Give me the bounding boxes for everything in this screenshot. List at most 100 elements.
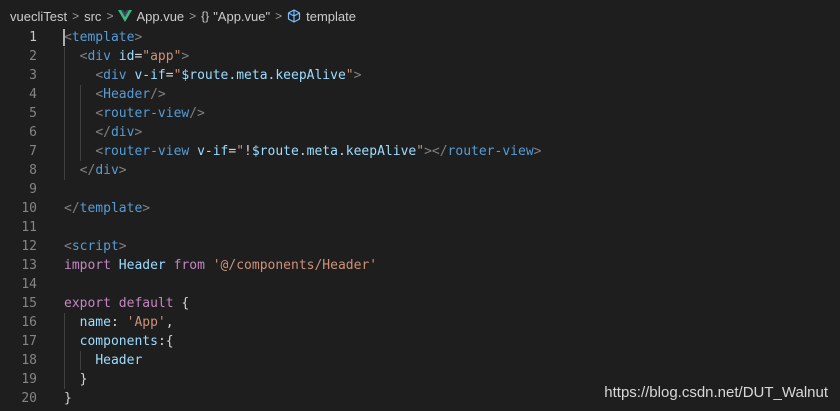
breadcrumb-folder-vuecliTest[interactable]: vuecliTest xyxy=(10,9,67,24)
code-text: <template> xyxy=(64,28,142,47)
code-token: script xyxy=(71,239,119,254)
code-token: < xyxy=(95,144,104,159)
code-token: router-view xyxy=(103,144,190,159)
code-line[interactable]: 9 xyxy=(0,180,840,199)
code-line[interactable]: 13 import Header from '@/components/Heade… xyxy=(0,256,840,275)
line-number: 10 xyxy=(21,201,37,216)
code-text: name: 'App', xyxy=(64,313,174,332)
code-token: from xyxy=(173,258,205,273)
code-line[interactable]: 16 name: 'App', xyxy=(0,313,840,332)
code-text: </div> xyxy=(64,161,127,180)
code-line[interactable]: 8 </div> xyxy=(0,161,840,180)
line-number: 7 xyxy=(29,144,37,159)
code-line[interactable]: 15 export default { xyxy=(0,294,840,313)
code-line[interactable]: 4 <Header/> xyxy=(0,85,840,104)
code-token: , xyxy=(165,315,174,330)
code-token: " xyxy=(416,144,425,159)
code-line[interactable]: 18 Header xyxy=(0,351,840,370)
code-line[interactable]: 12 <script> xyxy=(0,237,840,256)
code-token: ></ xyxy=(424,144,448,159)
code-token: < xyxy=(64,239,72,254)
code-token: div xyxy=(110,125,135,140)
code-token: " xyxy=(345,68,354,83)
code-token: > xyxy=(134,30,143,45)
code-text: import Header from '@/components/Header' xyxy=(64,256,377,275)
code-token: : xyxy=(110,315,127,330)
code-line[interactable]: 6 </div> xyxy=(0,123,840,142)
code-token: Header xyxy=(95,353,143,368)
code-token: > xyxy=(142,201,151,216)
code-token: Header xyxy=(103,87,151,102)
code-token: 'App' xyxy=(126,315,166,330)
watermark: https://blog.csdn.net/DUT_Walnut xyxy=(604,384,828,401)
code-line[interactable]: 14 xyxy=(0,275,840,294)
code-token: } xyxy=(64,372,88,387)
code-line[interactable]: 2 <div id="app"> xyxy=(0,47,840,66)
code-text: } xyxy=(64,370,88,389)
code-text: </div> xyxy=(64,123,142,142)
line-number: 16 xyxy=(21,315,37,330)
cube-icon xyxy=(287,9,301,23)
code-token: > xyxy=(533,144,542,159)
code-line[interactable]: 5 <router-view/> xyxy=(0,104,840,123)
code-token: "app" xyxy=(142,49,182,64)
line-number: 3 xyxy=(29,68,37,83)
breadcrumb-symbol-app-vue[interactable]: "App.vue" xyxy=(213,9,270,24)
code-token: '@/components/Header' xyxy=(212,258,378,273)
code-token: > xyxy=(134,125,143,140)
code-token: div xyxy=(103,68,127,83)
code-token: default xyxy=(118,296,174,311)
code-token: components xyxy=(79,334,158,349)
code-text: </template> xyxy=(64,199,150,218)
indent-guide xyxy=(79,85,81,161)
code-token: < xyxy=(64,30,72,45)
code-token: </ xyxy=(95,125,111,140)
code-token: </ xyxy=(79,163,96,178)
text-cursor xyxy=(63,29,65,46)
code-line[interactable]: 17 components:{ xyxy=(0,332,840,351)
code-line[interactable]: 11 xyxy=(0,218,840,237)
code-text: <div id="app"> xyxy=(64,47,190,66)
breadcrumb-file-app-vue[interactable]: App.vue xyxy=(136,9,184,24)
code-line[interactable]: 3 <div v-if="$route.meta.keepAlive"> xyxy=(0,66,840,85)
code-token: } xyxy=(64,391,72,406)
code-token: " xyxy=(236,144,245,159)
code-token: /> xyxy=(189,106,205,121)
line-number: 1 xyxy=(29,30,37,45)
line-number: 11 xyxy=(21,220,37,235)
code-text: Header xyxy=(64,351,142,370)
code-text: <router-view v-if="!$route.meta.keepAliv… xyxy=(64,142,541,161)
chevron-right-icon: > xyxy=(72,9,80,23)
code-line[interactable]: 1 <template> xyxy=(0,28,840,47)
code-token: ! xyxy=(244,144,252,159)
line-number: 13 xyxy=(21,258,37,273)
code-token: < xyxy=(95,106,104,121)
breadcrumb-template[interactable]: template xyxy=(306,9,356,24)
code-line[interactable]: 10 </template> xyxy=(0,199,840,218)
line-number: 15 xyxy=(21,296,37,311)
code-text: components:{ xyxy=(64,332,174,351)
code-token: < xyxy=(95,87,104,102)
code-line[interactable]: 7 <router-view v-if="!$route.meta.keepAl… xyxy=(0,142,840,161)
code-token: = xyxy=(165,68,174,83)
line-number: 5 xyxy=(29,106,37,121)
breadcrumb-folder-src[interactable]: src xyxy=(84,9,101,24)
line-number: 4 xyxy=(29,87,37,102)
chevron-right-icon: > xyxy=(275,9,283,23)
indent-guide xyxy=(64,313,65,389)
code-token: < xyxy=(95,68,104,83)
code-token: div xyxy=(87,49,111,64)
chevron-right-icon: > xyxy=(189,9,197,23)
code-editor[interactable]: 1 <template> 2 <div id="app"> 3 <div v-if="… xyxy=(0,28,840,411)
code-token: > xyxy=(353,68,362,83)
code-text: <router-view/> xyxy=(64,104,205,123)
line-number: 2 xyxy=(29,49,37,64)
code-token: template xyxy=(71,30,135,45)
